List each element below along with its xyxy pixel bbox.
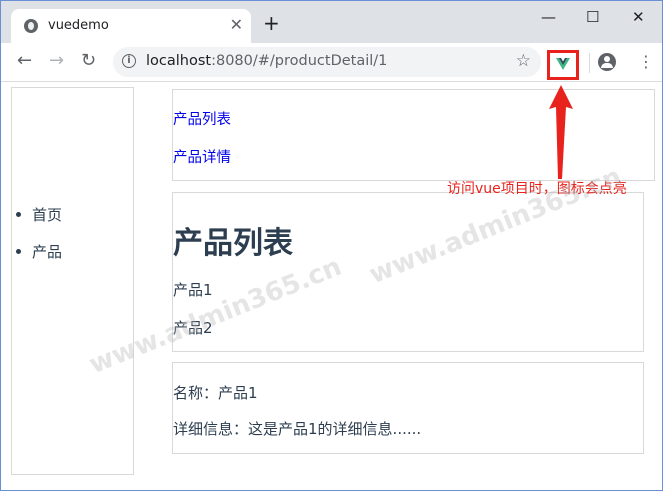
url-path: :8080/#/productDetail/1 (211, 53, 388, 69)
product-name-line: 名称：产品1 (173, 384, 258, 402)
product-item-2: 产品2 (173, 319, 213, 337)
tab-title: vuedemo (48, 18, 109, 33)
sidebar-list: 首页 产品 (15, 204, 62, 278)
product-detail-panel: 名称：产品1 详细信息：这是产品1的详细信息...... (172, 362, 644, 454)
reload-icon[interactable]: ↻ (81, 51, 96, 71)
link-product-list[interactable]: 产品列表 (173, 108, 231, 129)
window-close-icon[interactable]: ✕ (632, 7, 645, 27)
url-host: localhost (146, 53, 212, 69)
annotation-arrow (549, 85, 573, 179)
top-links-panel: 产品列表 产品详情 (172, 89, 655, 181)
sidebar-item-home[interactable]: 首页 (15, 204, 62, 225)
vue-devtools-extension-button[interactable] (547, 50, 579, 80)
browser-window: vuedemo ✕ + — ☐ ✕ ← → ↻ i localhost:8080… (0, 0, 663, 491)
address-bar[interactable]: i localhost:8080/#/productDetail/1 ☆ (113, 47, 541, 77)
back-icon[interactable]: ← (17, 51, 32, 71)
sidebar-item-product[interactable]: 产品 (15, 241, 62, 262)
info-icon[interactable]: i (122, 54, 136, 68)
title-bar: vuedemo ✕ + — ☐ ✕ (1, 1, 662, 43)
account-icon[interactable] (598, 53, 616, 71)
toolbar-separator (589, 53, 590, 73)
vue-devtools-icon (556, 58, 570, 70)
url-text[interactable]: localhost:8080/#/productDetail/1 (146, 53, 387, 69)
menu-dots-icon[interactable]: ⋮ (638, 51, 654, 73)
product-item-1: 产品1 (173, 281, 213, 299)
sidebar-nav: 首页 产品 (11, 87, 134, 475)
browser-tab[interactable]: vuedemo ✕ (11, 9, 251, 43)
maximize-icon[interactable]: ☐ (586, 7, 599, 27)
product-list-panel: 产品列表 产品1 产品2 (172, 192, 644, 352)
globe-icon (24, 19, 38, 33)
forward-icon[interactable]: → (49, 51, 64, 71)
link-product-detail[interactable]: 产品详情 (173, 146, 231, 167)
product-list-heading: 产品列表 (173, 226, 293, 261)
annotation-text: 访问vue项目时，图标会点亮 (447, 181, 627, 197)
product-detail-line: 详细信息：这是产品1的详细信息...... (173, 420, 422, 438)
tab-close-icon[interactable]: ✕ (230, 15, 243, 35)
bookmark-star-icon[interactable]: ☆ (516, 51, 531, 71)
new-tab-button[interactable]: + (263, 13, 280, 33)
minimize-icon[interactable]: — (541, 7, 556, 27)
